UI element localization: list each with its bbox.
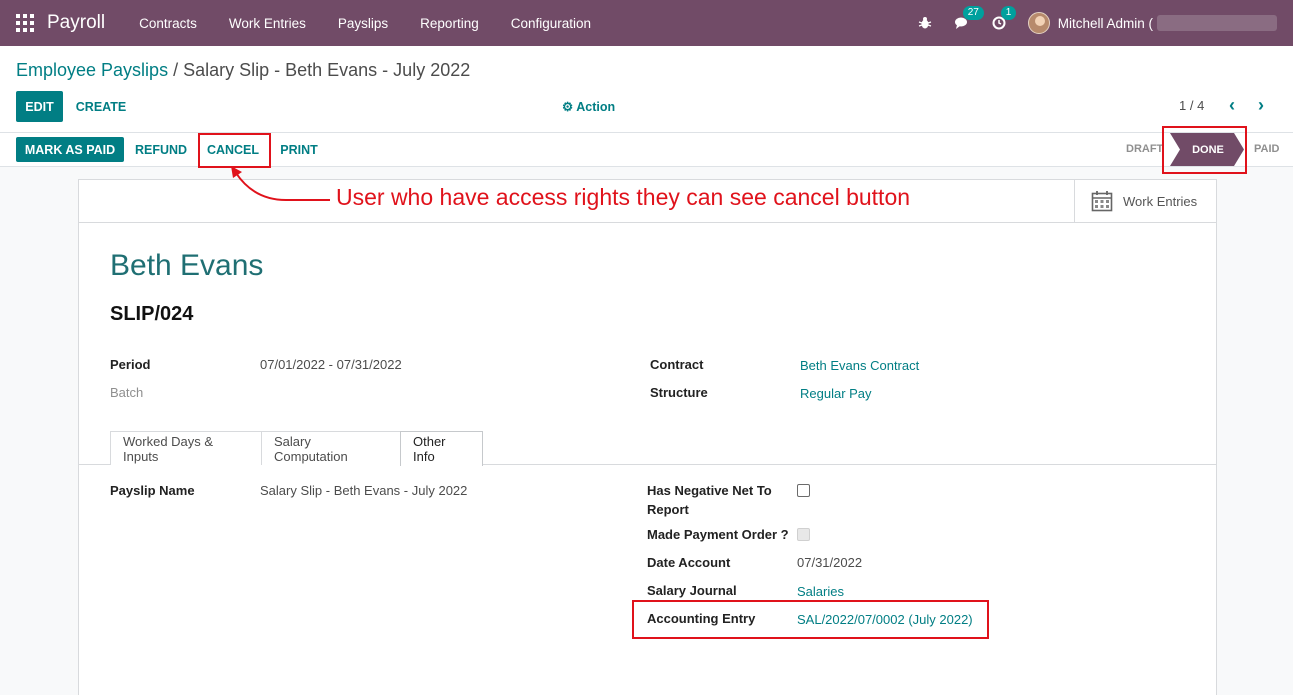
date-account-label: Date Account	[647, 555, 731, 570]
action-label: Action	[576, 100, 616, 114]
structure-label: Structure	[650, 385, 708, 400]
chevron-right-icon[interactable]: ›	[1258, 95, 1264, 116]
annotation-box-done	[1162, 126, 1247, 174]
salary-journal-label: Salary Journal	[647, 583, 737, 598]
contract-link[interactable]: Beth Evans Contract	[800, 358, 919, 373]
print-button[interactable]: PRINT	[272, 137, 326, 162]
payslip-name-value: Salary Slip - Beth Evans - July 2022	[260, 483, 468, 498]
tab-other-info[interactable]: Other Info	[400, 431, 483, 466]
menu-configuration[interactable]: Configuration	[495, 16, 607, 31]
app-brand[interactable]: Payroll	[47, 12, 105, 34]
tab-worked-days[interactable]: Worked Days & Inputs	[110, 431, 262, 465]
tab-salary-computation[interactable]: Salary Computation	[261, 431, 401, 465]
breadcrumb-current: Salary Slip - Beth Evans - July 2022	[183, 60, 471, 80]
stage-paid[interactable]: PAID	[1254, 143, 1279, 155]
menu-payslips[interactable]: Payslips	[322, 16, 404, 31]
activities-badge: 1	[1000, 6, 1017, 20]
chevron-left-icon[interactable]: ‹	[1229, 95, 1235, 116]
batch-label: Batch	[110, 385, 144, 400]
activities-button[interactable]: 1	[992, 6, 1017, 30]
payment-order-label: Made Payment Order ?	[647, 527, 789, 542]
user-name[interactable]: Mitchell Admin (	[1058, 16, 1153, 31]
employee-name: Beth Evans	[110, 249, 264, 282]
refund-button[interactable]: REFUND	[130, 137, 192, 162]
annotation-box-accounting-entry	[632, 600, 989, 639]
pager-value[interactable]: 1 / 4	[1179, 98, 1204, 113]
gear-icon: ⚙	[562, 100, 577, 114]
calendar-icon	[1091, 191, 1113, 212]
smart-button-label: Work Entries	[1123, 193, 1198, 209]
divider	[0, 132, 1293, 133]
payslip-name-label: Payslip Name	[110, 483, 195, 498]
negative-net-label-line2: Report	[647, 502, 689, 517]
create-button[interactable]: CREATE	[70, 91, 132, 122]
redacted-user-company	[1157, 15, 1277, 31]
contract-label: Contract	[650, 357, 704, 372]
breadcrumb: Employee Payslips / Salary Slip - Beth E…	[16, 60, 470, 81]
period-label: Period	[110, 357, 151, 372]
negative-net-checkbox[interactable]	[797, 484, 810, 497]
mark-as-paid-button[interactable]: MARK AS PAID	[16, 137, 124, 162]
menu-reporting[interactable]: Reporting	[404, 16, 495, 31]
breadcrumb-parent[interactable]: Employee Payslips	[16, 60, 168, 80]
stage-draft[interactable]: DRAFT	[1126, 143, 1163, 155]
messages-badge: 27	[962, 6, 984, 20]
debug-bug-icon[interactable]	[918, 16, 932, 30]
payment-order-checkbox	[797, 528, 810, 541]
breadcrumb-separator: /	[168, 60, 184, 80]
structure-link[interactable]: Regular Pay	[800, 386, 872, 401]
edit-button[interactable]: EDIT	[16, 91, 63, 122]
user-avatar[interactable]	[1027, 12, 1050, 34]
messages-button[interactable]: 27	[954, 6, 984, 30]
work-entries-smart-button[interactable]: Work Entries	[1074, 179, 1217, 223]
top-navbar: Payroll Contracts Work Entries Payslips …	[0, 0, 1293, 46]
negative-net-label: Has Negative Net To	[647, 483, 772, 498]
annotation-text: User who have access rights they can see…	[336, 184, 911, 210]
apps-menu-icon[interactable]	[16, 14, 34, 32]
date-account-value: 07/31/2022	[797, 555, 863, 570]
action-menu[interactable]: ⚙ Action	[562, 99, 615, 114]
period-value: 07/01/2022 - 07/31/2022	[260, 357, 402, 372]
salary-journal-link[interactable]: Salaries	[797, 584, 844, 599]
payslip-reference: SLIP/024	[110, 303, 194, 325]
menu-work-entries[interactable]: Work Entries	[213, 16, 322, 31]
menu-contracts[interactable]: Contracts	[123, 16, 213, 31]
annotation-arrow-icon	[231, 166, 330, 201]
